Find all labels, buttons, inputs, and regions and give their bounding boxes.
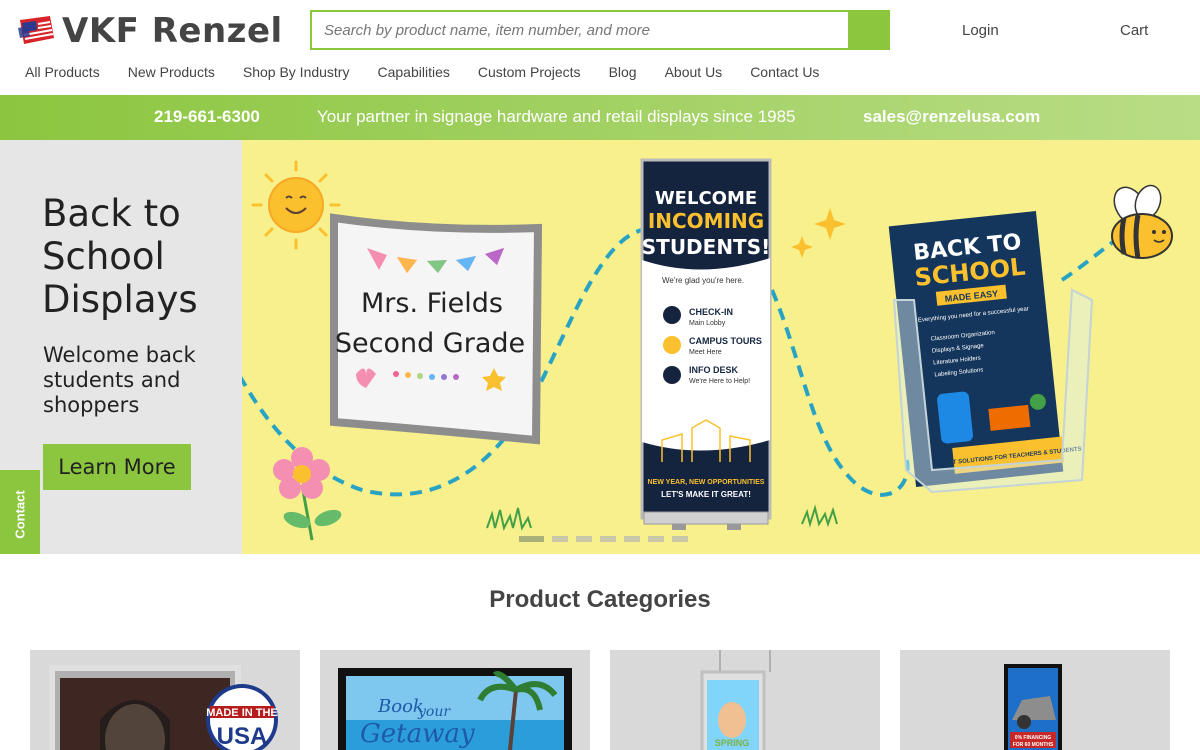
svg-text:INFO DESK: INFO DESK — [689, 365, 739, 375]
category-card[interactable]: SPRING — [610, 650, 880, 750]
category-card[interactable]: MADE IN THE USA — [30, 650, 300, 750]
carousel-dot-2[interactable] — [552, 536, 568, 542]
logo-flag-icon — [16, 14, 56, 48]
svg-text:LET'S MAKE IT GREAT!: LET'S MAKE IT GREAT! — [661, 490, 751, 499]
site-header: VKF Renzel Login Cart All Products New P… — [0, 0, 1200, 95]
svg-text:SPRING: SPRING — [715, 738, 750, 748]
carousel-dot-4[interactable] — [600, 536, 616, 542]
email-link[interactable]: sales@renzelusa.com — [863, 107, 1040, 127]
flower-icon — [273, 447, 342, 541]
svg-text:0% FINANCING: 0% FINANCING — [1015, 735, 1052, 741]
svg-text:CAMPUS TOURS: CAMPUS TOURS — [689, 336, 762, 346]
nav-capabilities[interactable]: Capabilities — [377, 64, 449, 80]
carousel-dot-6[interactable] — [648, 536, 664, 542]
cart-link[interactable]: Cart — [1120, 22, 1148, 39]
category-card[interactable]: 0% FINANCING FOR 60 MONTHS — [900, 650, 1170, 750]
svg-text:your: your — [417, 704, 451, 720]
nav-shop-by-industry[interactable]: Shop By Industry — [243, 64, 350, 80]
bee-icon — [1111, 184, 1173, 259]
hero-title: Back to School Displays — [42, 192, 198, 321]
classroom-sign: Mrs. Fields Second Grade — [330, 213, 543, 445]
nav-all-products[interactable]: All Products — [25, 64, 100, 80]
svg-text:NEW YEAR, NEW OPPORTUNITIES: NEW YEAR, NEW OPPORTUNITIES — [648, 479, 765, 486]
svg-text:WELCOME: WELCOME — [655, 188, 757, 209]
nav-about-us[interactable]: About Us — [665, 64, 723, 80]
main-nav: All Products New Products Shop By Indust… — [25, 64, 847, 80]
category-image: MADE IN THE USA — [49, 665, 278, 750]
svg-text:Second Grade: Second Grade — [335, 328, 525, 359]
carousel-dot-1[interactable] — [519, 536, 544, 542]
site-logo[interactable]: VKF Renzel — [16, 10, 283, 52]
svg-text:MADE IN THE: MADE IN THE — [206, 707, 278, 719]
tagline: Your partner in signage hardware and ret… — [317, 107, 796, 126]
category-image: SPRING — [700, 650, 771, 750]
phone-number[interactable]: 219-661-6300 — [154, 107, 260, 127]
contact-tab[interactable]: Contact — [0, 470, 40, 554]
brochure-holder: BACK TO SCHOOL MADE EASY Everything you … — [888, 210, 1094, 494]
svg-text:FOR 60 MONTHS: FOR 60 MONTHS — [1013, 742, 1054, 748]
sparkle-icon — [814, 208, 846, 240]
carousel-dot-7[interactable] — [672, 536, 688, 542]
svg-text:Main Lobby: Main Lobby — [689, 320, 726, 327]
category-image: 0% FINANCING FOR 60 MONTHS — [1004, 664, 1062, 750]
search-input[interactable] — [312, 12, 848, 48]
nav-contact-us[interactable]: Contact Us — [750, 64, 819, 80]
nav-custom-projects[interactable]: Custom Projects — [478, 64, 581, 80]
carousel-dots — [519, 536, 688, 542]
logo-text: VKF Renzel — [62, 11, 283, 51]
hero-illustration: Mrs. Fields Second Grade WELCOME INCOMIN… — [242, 158, 1173, 541]
sparkle-icon — [791, 236, 813, 258]
carousel-dot-3[interactable] — [576, 536, 592, 542]
hero-banner[interactable]: Back to School Displays Welcome back stu… — [0, 140, 1200, 554]
svg-text:Getaway: Getaway — [360, 719, 475, 749]
contact-tab-label: Contact — [12, 489, 28, 539]
nav-new-products[interactable]: New Products — [128, 64, 215, 80]
category-cards: MADE IN THE USA Book your Getaway SPRING — [30, 650, 1170, 750]
info-bar: 219-661-6300 Your partner in signage har… — [0, 95, 1200, 140]
nav-blog[interactable]: Blog — [609, 64, 637, 80]
svg-text:We're glad you're here.: We're glad you're here. — [662, 276, 744, 285]
svg-text:Meet Here: Meet Here — [689, 349, 722, 356]
search-button[interactable] — [848, 12, 888, 48]
retractable-banner: WELCOME INCOMING STUDENTS! We're glad yo… — [640, 158, 772, 530]
login-link[interactable]: Login — [962, 22, 999, 39]
category-image: Book your Getaway — [338, 668, 572, 750]
hero-subtitle: Welcome back students and shoppers — [43, 343, 196, 417]
sun-icon — [251, 160, 341, 250]
search-icon — [860, 22, 873, 35]
svg-text:CHECK-IN: CHECK-IN — [689, 307, 733, 317]
svg-text:STUDENTS!: STUDENTS! — [642, 235, 770, 259]
svg-text:INCOMING: INCOMING — [648, 209, 764, 233]
svg-text:Book: Book — [377, 696, 424, 717]
search-bar — [310, 10, 890, 50]
learn-more-button[interactable]: Learn More — [43, 444, 191, 490]
svg-text:Mrs. Fields: Mrs. Fields — [361, 288, 503, 319]
svg-text:USA: USA — [217, 723, 268, 750]
carousel-dot-5[interactable] — [624, 536, 640, 542]
section-title: Product Categories — [489, 586, 711, 613]
category-card[interactable]: Book your Getaway — [320, 650, 590, 750]
svg-text:We're Here to Help!: We're Here to Help! — [689, 378, 750, 385]
grass-icon — [801, 504, 838, 528]
grass-icon — [486, 507, 532, 531]
